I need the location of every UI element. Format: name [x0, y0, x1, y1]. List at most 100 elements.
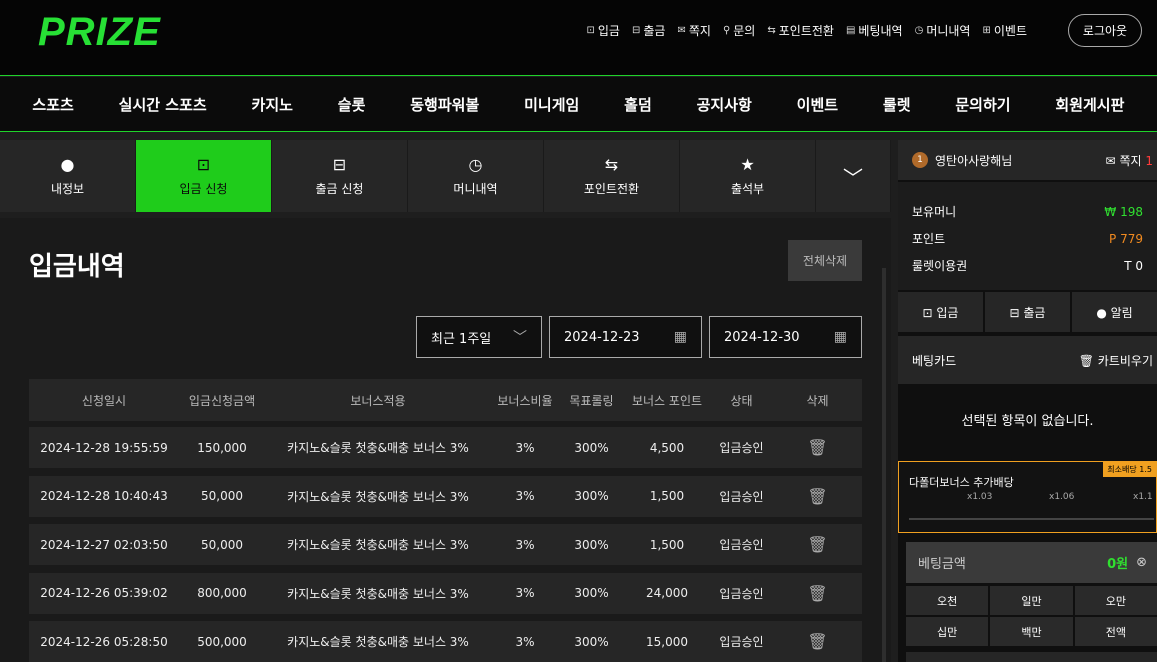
message-link[interactable]: ✉ 쪽지 1	[1106, 152, 1153, 169]
trash-icon[interactable]: 🗑	[807, 487, 827, 506]
nav-item-1[interactable]: 실시간 스포츠	[119, 94, 207, 115]
trash-icon[interactable]: 🗑	[807, 438, 827, 457]
top-link-6[interactable]: ◷ 머니내역	[915, 22, 971, 39]
nav-item-0[interactable]: 스포츠	[32, 94, 73, 115]
table-cell: 3%	[515, 586, 535, 600]
nav-item-10[interactable]: 문의하기	[955, 94, 1010, 115]
top-link-4[interactable]: ⇆ 포인트전환	[767, 22, 834, 39]
table-cell: 입금승인	[719, 538, 764, 552]
column-header: 상태	[730, 393, 753, 408]
top-link-label: 이벤트	[993, 24, 1027, 38]
table-cell: 300%	[574, 537, 609, 552]
trash-icon[interactable]: 🗑	[807, 632, 827, 651]
top-link-0[interactable]: ⊡ 입금	[586, 22, 619, 39]
clear-icon[interactable]: ⊗	[1136, 555, 1147, 570]
wallet-icon: ⊡	[586, 25, 595, 36]
nav-item-6[interactable]: 홀덤	[624, 94, 652, 115]
top-link-7[interactable]: ⊞ 이벤트	[982, 22, 1027, 39]
user-icon: ●	[60, 155, 75, 174]
top-link-2[interactable]: ✉ 쪽지	[677, 22, 710, 39]
nav-item-4[interactable]: 동행파워볼	[410, 94, 479, 115]
top-link-label: 머니내역	[926, 24, 971, 38]
side-deposit-button[interactable]: ⊡ 입금	[898, 292, 983, 332]
tab-4[interactable]: ⇆ 포인트전환	[544, 140, 680, 212]
tab-0[interactable]: ● 내정보	[0, 140, 136, 212]
date-to-value: 2024-12-30	[724, 329, 800, 345]
deposit-history-panel: 입금내역 전체삭제 최근 1주일 ﹀ 2024-12-23 ▦ 2024-12-…	[0, 218, 891, 662]
top-link-label: 입금	[597, 24, 620, 38]
logo[interactable]: PRIZE	[38, 10, 161, 55]
top-link-1[interactable]: ⊟ 출금	[632, 22, 665, 39]
multiplier: x1.06	[1049, 492, 1075, 502]
withdraw-icon: ⊟	[631, 25, 641, 36]
page-title: 입금내역	[29, 252, 125, 282]
table-row: 2024-12-26 05:28:50 500,000 카지노&슬롯 첫충&매충 보…	[29, 621, 862, 662]
column-header: 보너스 포인트	[631, 393, 703, 408]
side-withdraw-button[interactable]: ⊟ 출금	[985, 292, 1070, 332]
betting-icon: ▤	[845, 25, 856, 36]
top-link-5[interactable]: ▤ 베팅내역	[846, 22, 903, 39]
right-sidebar: 1 영탄아사랑해님 ✉ 쪽지 1 보유머니 ₩ 198 포인트 P 779 룰렛이용…	[898, 140, 1157, 662]
tabs-more-button[interactable]: ﹀	[816, 140, 891, 212]
table-cell: 3%	[515, 489, 535, 503]
trash-icon[interactable]: 🗑	[807, 535, 827, 554]
table-cell: 입금승인	[719, 489, 764, 504]
table-row: 2024-12-27 02:03:50 50,000 카지노&슬롯 첫충&매충 보너…	[29, 524, 862, 565]
period-select[interactable]: 최근 1주일 ﹀	[416, 316, 542, 358]
amount-button[interactable]: 오만	[1074, 586, 1157, 615]
table-cell: 300%	[574, 586, 609, 600]
nav-item-3[interactable]: 슬롯	[338, 94, 366, 115]
trash-icon[interactable]: 🗑	[807, 584, 827, 603]
table-row: 2024-12-28 10:40:43 50,000 카지노&슬롯 첫충&매충 보너…	[29, 475, 862, 517]
amount-button[interactable]: 오천	[906, 586, 989, 615]
table-cell: 300%	[574, 634, 609, 649]
date-from-input[interactable]: 2024-12-23 ▦	[549, 316, 702, 358]
amount-button[interactable]: 일만	[990, 586, 1073, 615]
scrollbar[interactable]	[882, 268, 886, 662]
table-cell: 2024-12-28 10:40:43	[40, 489, 168, 503]
table-cell: 3%	[515, 634, 535, 649]
table-cell: 300%	[574, 489, 609, 503]
calendar-icon[interactable]: ▦	[674, 329, 687, 345]
table-cell: 50,000	[201, 489, 243, 503]
nav-item-11[interactable]: 회원게시판	[1055, 94, 1124, 115]
clear-cart-button[interactable]: 🗑 카트비우기	[1079, 352, 1153, 369]
nav-item-2[interactable]: 카지노	[252, 94, 293, 115]
inquiry-icon: ⚲	[722, 25, 731, 36]
nav-item-9[interactable]: 룰렛	[883, 94, 911, 115]
tab-label: 출석부	[730, 182, 765, 196]
point-label: 포인트	[912, 232, 946, 246]
tab-2[interactable]: ⊟ 출금 신청	[272, 140, 408, 212]
tab-3[interactable]: ◷ 머니내역	[408, 140, 544, 212]
calendar-icon[interactable]: ▦	[834, 329, 847, 345]
delete-cell: 🗑	[773, 535, 862, 554]
table-row: 2024-12-28 19:55:59 150,000 카지노&슬롯 첫충&매충 보…	[29, 427, 862, 468]
bet-amount-field[interactable]: 베팅금액 0원 ⊗	[906, 542, 1157, 583]
top-link-3[interactable]: ⚲ 문의	[723, 22, 755, 39]
tab-5[interactable]: ★ 출석부	[680, 140, 816, 212]
logout-button[interactable]: 로그아웃	[1068, 14, 1142, 47]
delete-cell: 🗑	[773, 584, 862, 603]
clock-icon: ◷	[468, 155, 483, 174]
deposit-icon: ⊡	[196, 155, 211, 174]
side-alarm-button[interactable]: ● 알림	[1072, 292, 1157, 332]
nav-item-5[interactable]: 미니게임	[524, 94, 579, 115]
betcard-label: 베팅카드	[912, 353, 957, 368]
money-value: ₩ 198	[1104, 204, 1143, 219]
amount-button[interactable]: 십만	[906, 617, 989, 646]
delete-all-button[interactable]: 전체삭제	[788, 240, 862, 281]
money-label: 보유머니	[912, 205, 957, 219]
table-cell: 500,000	[197, 634, 247, 649]
nav-item-8[interactable]: 이벤트	[797, 94, 838, 115]
nav-item-7[interactable]: 공지사항	[697, 94, 752, 115]
bottom-actions	[906, 652, 1157, 662]
tab-label: 입금 신청	[179, 182, 228, 196]
amount-button[interactable]: 백만	[990, 617, 1073, 646]
betcard-header: 베팅카드 🗑 카트비우기	[898, 336, 1157, 384]
table-cell: 300%	[574, 440, 609, 455]
tab-label: 출금 신청	[315, 182, 364, 196]
amount-button[interactable]: 전액	[1074, 617, 1157, 646]
tab-1[interactable]: ⊡ 입금 신청	[136, 140, 272, 212]
table-cell: 3%	[515, 440, 535, 455]
date-to-input[interactable]: 2024-12-30 ▦	[709, 316, 862, 358]
